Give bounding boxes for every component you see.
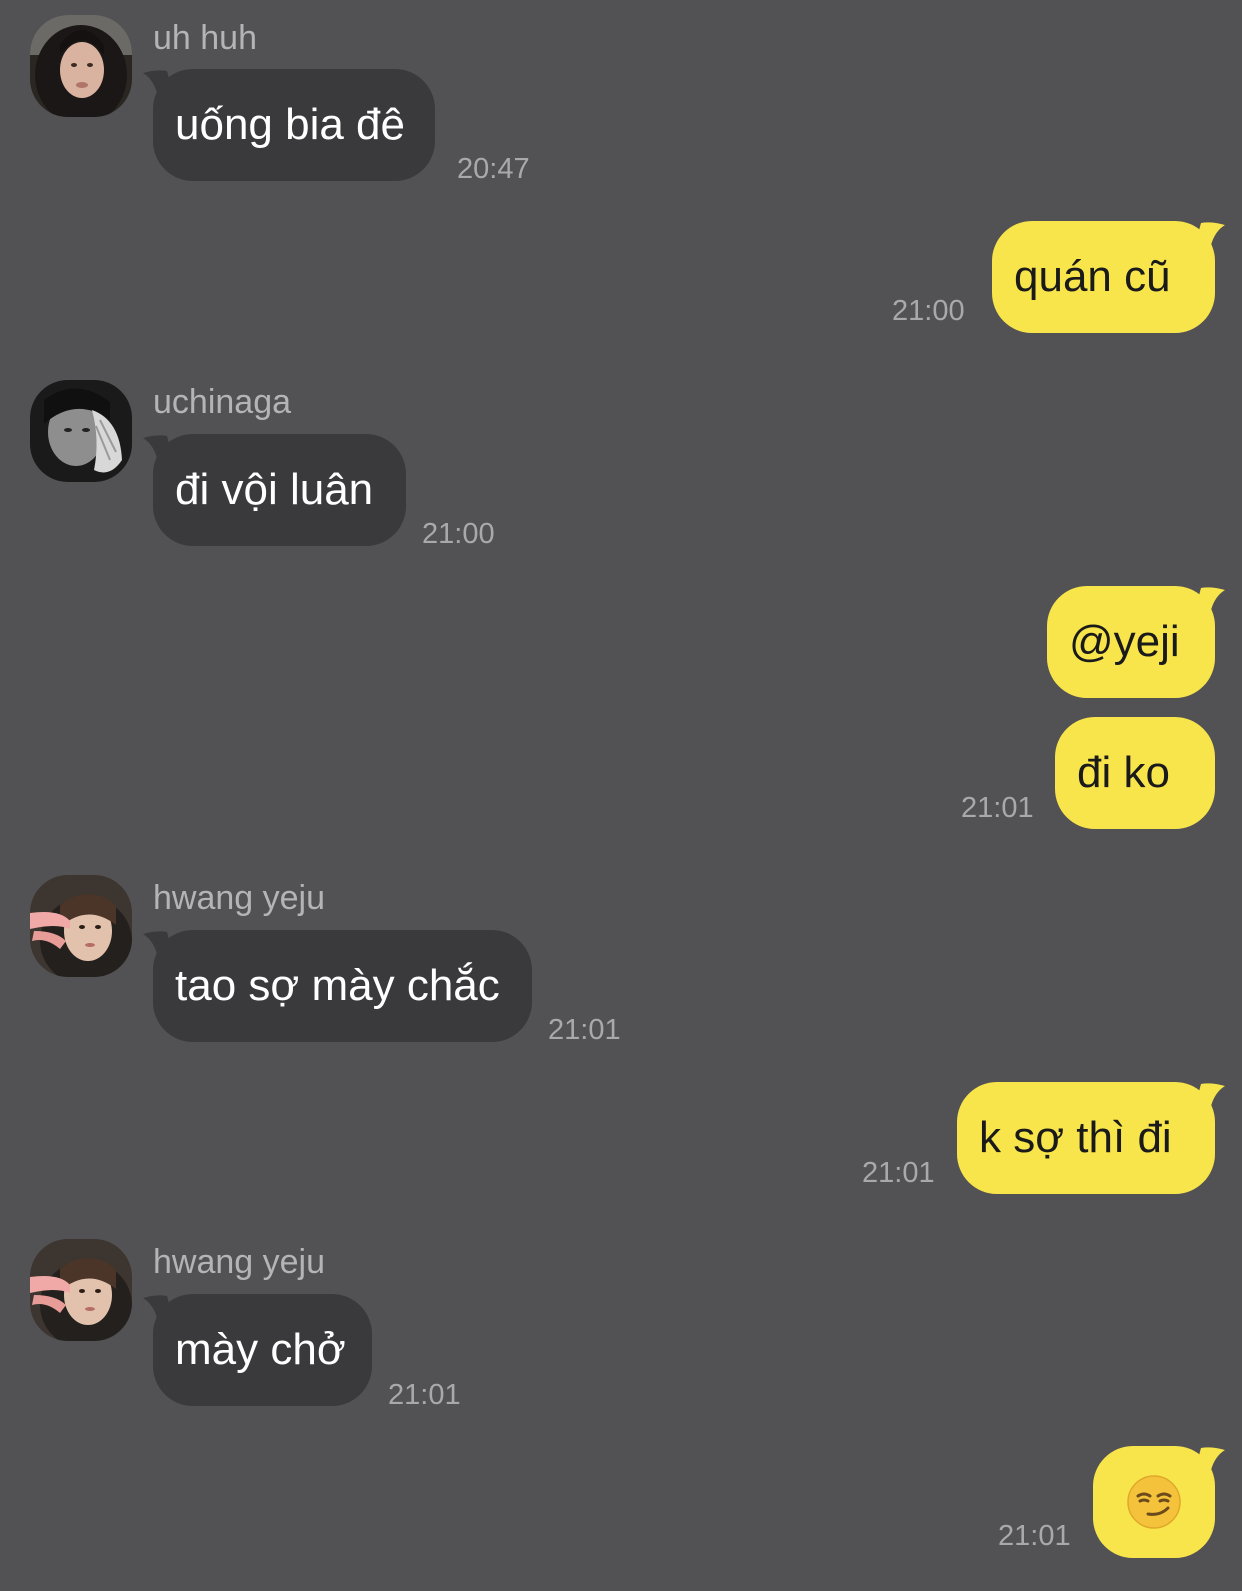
sender-name: hwang yeju <box>153 1243 326 1281</box>
message-bubble[interactable]: mày chở <box>153 1294 372 1406</box>
message-timestamp: 21:00 <box>892 295 965 327</box>
message-bubble[interactable]: @yeji <box>1047 586 1215 698</box>
message-timestamp: 21:01 <box>961 792 1034 824</box>
avatar-photo-peace-sign <box>30 875 132 977</box>
message-timestamp: 21:01 <box>998 1520 1071 1552</box>
avatar[interactable] <box>30 15 132 117</box>
message-bubble[interactable]: tao sợ mày chắc <box>153 930 532 1042</box>
sender-name: uchinaga <box>153 383 292 421</box>
message-bubble[interactable]: quán cũ <box>992 221 1215 333</box>
message-bubble[interactable]: đi vội luân <box>153 434 406 546</box>
message-timestamp: 21:00 <box>422 518 495 550</box>
message-timestamp: 21:01 <box>862 1157 935 1189</box>
avatar-photo-bw-hand-on-face <box>30 380 132 482</box>
avatar[interactable] <box>30 380 132 482</box>
avatar[interactable] <box>30 1239 132 1341</box>
message-bubble[interactable]: k sợ thì đi <box>957 1082 1215 1194</box>
avatar-photo-dark-hair <box>30 15 132 117</box>
message-bubble[interactable] <box>1093 1446 1215 1558</box>
sender-name: hwang yeju <box>153 879 326 917</box>
message-bubble[interactable]: uống bia đê <box>153 69 435 181</box>
message-timestamp: 21:01 <box>548 1014 621 1046</box>
avatar-photo-peace-sign <box>30 1239 132 1341</box>
avatar[interactable] <box>30 875 132 977</box>
sender-name: uh huh <box>153 19 257 57</box>
message-bubble[interactable]: đi ko <box>1055 717 1215 829</box>
message-timestamp: 20:47 <box>457 153 530 185</box>
message-timestamp: 21:01 <box>388 1379 461 1411</box>
smirking-face-icon <box>1127 1475 1181 1529</box>
